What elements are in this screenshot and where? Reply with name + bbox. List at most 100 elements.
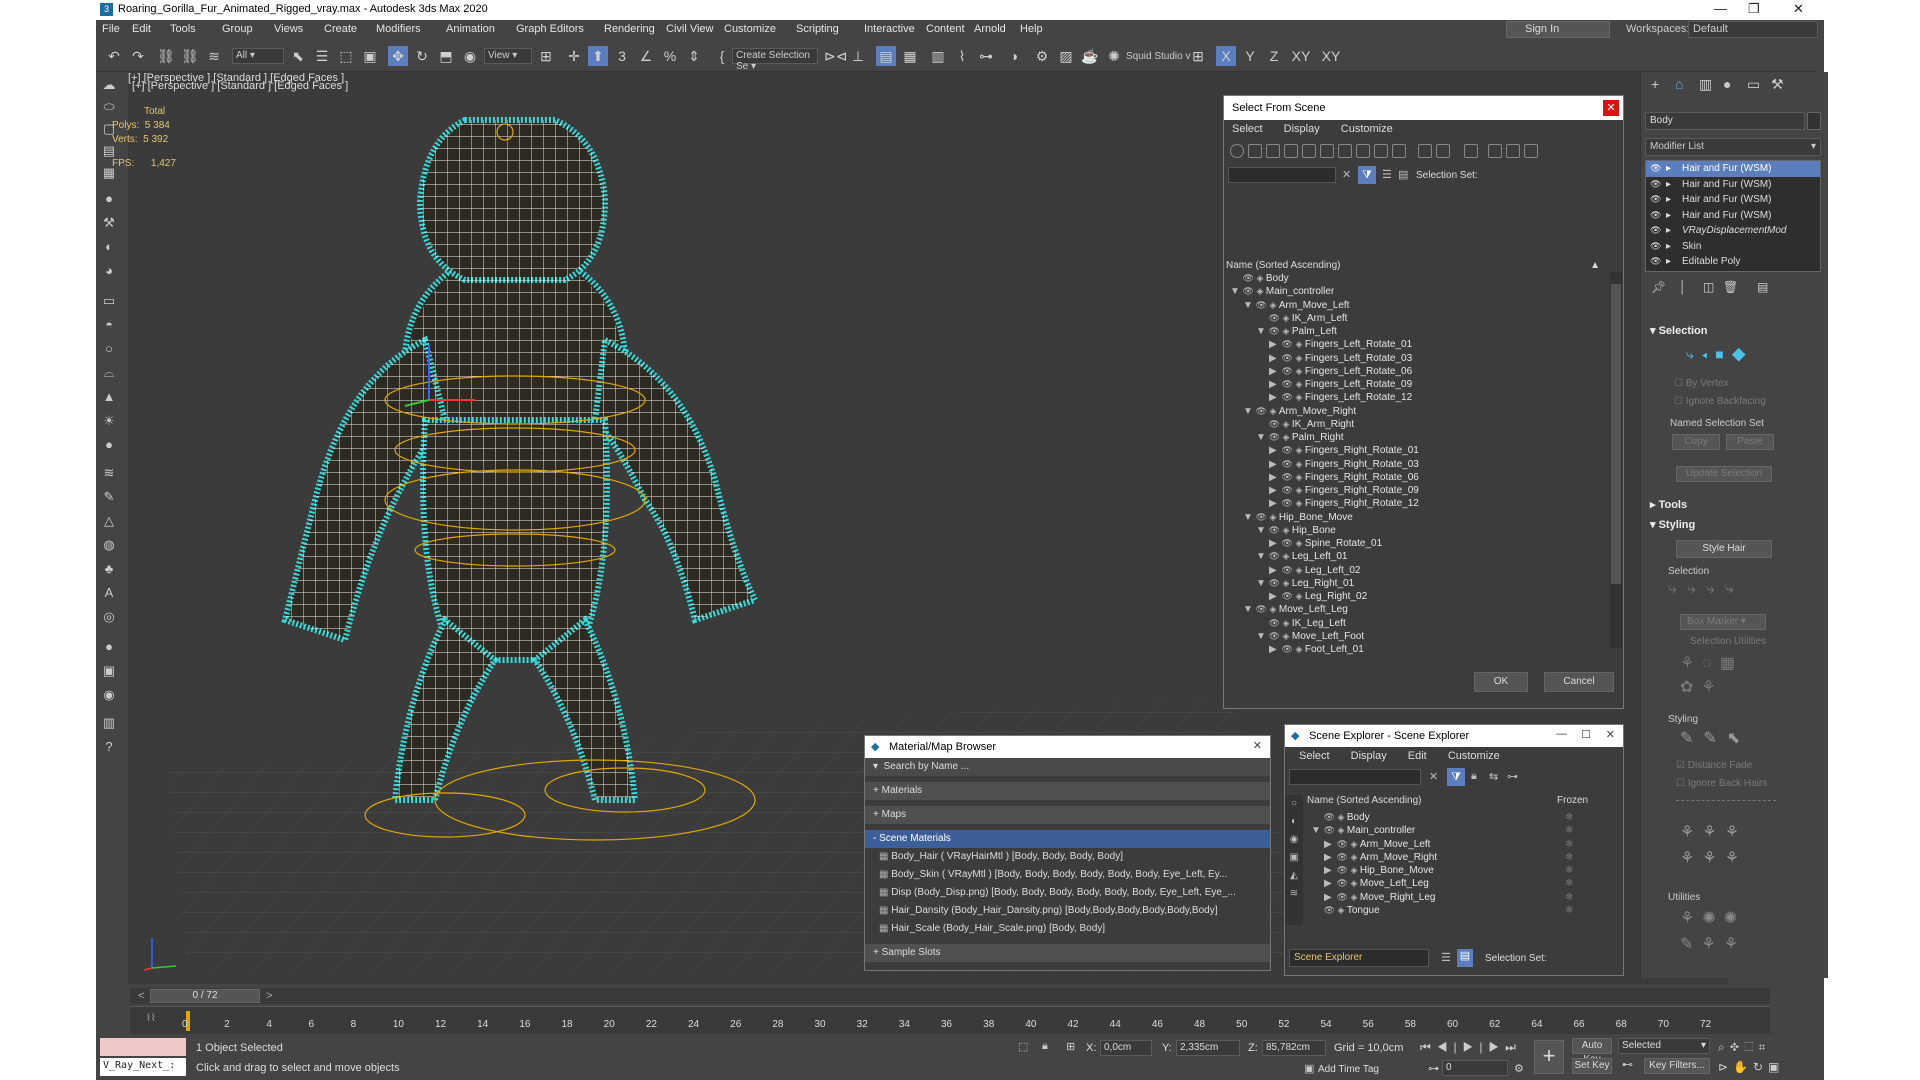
angle-snap-icon[interactable]: ∠ xyxy=(636,46,656,66)
visibility-eye-icon[interactable]: 👁︎ xyxy=(1279,644,1295,654)
material-editor-icon[interactable]: ◑ xyxy=(1004,46,1024,66)
style-hair-button[interactable]: Style Hair xyxy=(1676,540,1772,558)
link-icon[interactable]: ⛓ xyxy=(156,46,176,66)
unlink-icon[interactable]: ⛓ xyxy=(180,46,200,66)
viewport-menu-label[interactable]: [+] [Perspective ] [Standard ] [Edged Fa… xyxy=(132,80,348,92)
expand-down-icon[interactable]: ▼ xyxy=(1256,577,1266,590)
select-tree-row[interactable]: 👁︎ ◈ IK_Leg_Left xyxy=(1226,617,1616,630)
rendered-frame-icon[interactable]: ▨ xyxy=(1056,46,1076,66)
tools-rollout[interactable]: ▸ Tools xyxy=(1650,498,1687,511)
visibility-eye-icon[interactable]: 👁︎ xyxy=(1334,892,1350,902)
visibility-eye-icon[interactable]: 👁︎ xyxy=(1266,551,1282,561)
expand-right-icon[interactable]: ▶ xyxy=(1269,338,1279,351)
redo-icon[interactable]: ↷ xyxy=(128,46,148,66)
render-region-icon[interactable]: ▣ xyxy=(100,662,118,680)
select-tree-row[interactable]: ▼ 👁︎ ◈ Palm_Left xyxy=(1226,325,1616,338)
select-tree-row[interactable]: ▼ 👁︎ ◈ Arm_Move_Right xyxy=(1226,405,1616,418)
scene-explorer-icon[interactable]: ▤ xyxy=(876,46,896,66)
visibility-eye-icon[interactable]: 👁︎ xyxy=(1266,419,1282,429)
visibility-eye-icon[interactable]: 👁︎ xyxy=(1279,591,1295,601)
select-tree-row[interactable]: ▶ 👁︎ ◈ Fingers_Left_Rotate_12 xyxy=(1226,391,1616,404)
se-minimize-icon[interactable]: — xyxy=(1556,728,1567,740)
modify-tab-icon[interactable]: ⌂ xyxy=(1675,76,1683,92)
se-maximize-icon[interactable]: ☐ xyxy=(1581,728,1591,741)
modifier-stack-item[interactable]: 👁︎ ▸ Skin xyxy=(1646,239,1820,255)
expand-right-icon[interactable]: ▶ xyxy=(1324,851,1334,864)
layer-explorer-icon[interactable]: ▦ xyxy=(900,46,920,66)
xref-filter-icon[interactable] xyxy=(1356,144,1370,158)
bind-spacewarp-icon[interactable]: ≋ xyxy=(204,46,224,66)
visibility-eye-icon[interactable]: 👁︎ xyxy=(1266,578,1282,588)
visibility-eye-icon[interactable]: 👁︎ xyxy=(1279,565,1295,575)
menu-scripting[interactable]: Scripting xyxy=(796,23,839,35)
frozen-toggle-icon[interactable]: ❄ xyxy=(1565,851,1573,864)
brush-size-slider[interactable] xyxy=(1676,800,1776,806)
toggle-ribbon-icon[interactable]: ▥ xyxy=(928,46,948,66)
modifier-stack-item[interactable]: 👁︎ ▸ VRayDisplacementMod xyxy=(1646,223,1820,239)
show-end-result-icon[interactable]: │ xyxy=(1679,280,1687,294)
scale-icon[interactable]: ⬒ xyxy=(436,46,456,66)
clear-search-icon[interactable]: ✕ xyxy=(1342,168,1351,181)
select-tree-row[interactable]: ▼ 👁︎ ◈ Move_Left_Foot xyxy=(1226,630,1616,643)
object-color-swatch[interactable] xyxy=(1807,112,1821,130)
by-vertex-checkbox[interactable]: ☐ By Vertex xyxy=(1674,378,1729,389)
frozen-toggle-icon[interactable]: ❄ xyxy=(1565,891,1573,904)
distance-fade-checkbox[interactable]: ☑ Distance Fade xyxy=(1676,760,1752,771)
select-tree-row[interactable]: ▶ 👁︎ ◈ Fingers_Right_Rotate_12 xyxy=(1226,497,1616,510)
display-tab-icon[interactable]: ▭ xyxy=(1747,76,1760,93)
cancel-button[interactable]: Cancel xyxy=(1544,672,1614,692)
se-menu-display[interactable]: Display xyxy=(1351,750,1387,762)
sun-icon[interactable]: ☀ xyxy=(100,412,118,430)
selection-set-icon[interactable]: ▤ xyxy=(1398,168,1408,181)
prev-frame-icon[interactable]: < xyxy=(138,990,144,1002)
manipulate-icon[interactable]: ✛ xyxy=(564,46,584,66)
modifier-expand-icon[interactable]: ▸ xyxy=(1666,254,1671,269)
visibility-eye-icon[interactable]: 👁︎ xyxy=(1266,631,1282,641)
help-icon[interactable]: ? xyxy=(100,738,118,756)
expand-down-icon[interactable]: ▼ xyxy=(1256,325,1266,338)
brush-tools[interactable]: ⚘⚘⚘ ⚘⚘⚘ xyxy=(1680,820,1780,880)
camera-filter-icon[interactable] xyxy=(1284,144,1298,158)
se-close-icon[interactable]: ✕ xyxy=(1606,728,1615,741)
select-dialog-column-header[interactable]: Name (Sorted Ascending) ▲ xyxy=(1226,260,1602,271)
text-icon[interactable]: A xyxy=(100,584,118,602)
visibility-eye-icon[interactable]: 👁︎ xyxy=(1334,839,1350,849)
make-unique-icon[interactable]: ◫ xyxy=(1703,280,1714,294)
visibility-eye-icon[interactable]: 👁︎ xyxy=(1321,905,1337,915)
menu-tools[interactable]: Tools xyxy=(170,23,196,35)
set-key-button[interactable]: Set Key xyxy=(1572,1058,1612,1074)
visibility-eye-icon[interactable]: 👁︎ xyxy=(1279,339,1295,349)
y-coordinate-field[interactable]: 2,335cm xyxy=(1176,1040,1240,1056)
rect-selection-icon[interactable]: ⬚ xyxy=(336,46,356,66)
select-dialog-close-icon[interactable]: ✕ xyxy=(1603,100,1619,116)
se-sync-icon[interactable]: ⇆ xyxy=(1489,770,1498,783)
select-dialog-search-input[interactable] xyxy=(1228,167,1336,183)
object-name-field[interactable]: Body xyxy=(1645,112,1805,130)
disc-icon[interactable]: ● xyxy=(100,436,118,454)
expand-right-icon[interactable]: ▶ xyxy=(1269,378,1279,391)
blue-sphere-icon[interactable]: ◉ xyxy=(100,686,118,704)
material-search-input[interactable]: ▾ Search by Name ... xyxy=(865,758,1270,776)
select-tree-row[interactable]: ▼ 👁︎ ◈ Palm_Right xyxy=(1226,431,1616,444)
menu-arnold[interactable]: Arnold xyxy=(974,23,1006,35)
maps-group[interactable]: + Maps xyxy=(865,806,1270,824)
select-dialog-menu-customize[interactable]: Customize xyxy=(1341,123,1393,135)
bone-filter-icon[interactable] xyxy=(1374,144,1388,158)
expand-down-icon[interactable]: ▼ xyxy=(1230,285,1240,298)
box-marker-dropdown[interactable]: Box Marker ▾ xyxy=(1680,614,1766,630)
modifier-toggle-eye-icon[interactable]: 👁︎ xyxy=(1650,161,1661,176)
select-tree-row[interactable]: ▼ 👁︎ ◈ Leg_Left_01 xyxy=(1226,550,1616,563)
expand-down-icon[interactable]: ▼ xyxy=(1243,511,1253,524)
hemisphere-icon[interactable]: ◓ xyxy=(100,316,118,334)
expand-right-icon[interactable]: ▶ xyxy=(1269,365,1279,378)
se-filter-icon[interactable]: ⧩ xyxy=(1447,768,1465,786)
sync-selection-icon[interactable] xyxy=(1506,144,1520,158)
visibility-eye-icon[interactable]: 👁︎ xyxy=(1253,406,1269,416)
expand-right-icon[interactable]: ▶ xyxy=(1269,444,1279,457)
edit-named-selection-icon[interactable]: { xyxy=(712,46,732,66)
pivot-center-icon[interactable]: ⊞ xyxy=(536,46,556,66)
camera-icon[interactable]: ◕ xyxy=(100,262,118,280)
next-frame-icon[interactable]: > xyxy=(266,990,272,1002)
expand-right-icon[interactable]: ▶ xyxy=(1269,484,1279,497)
modifier-icon[interactable]: ⚒ xyxy=(100,214,118,232)
